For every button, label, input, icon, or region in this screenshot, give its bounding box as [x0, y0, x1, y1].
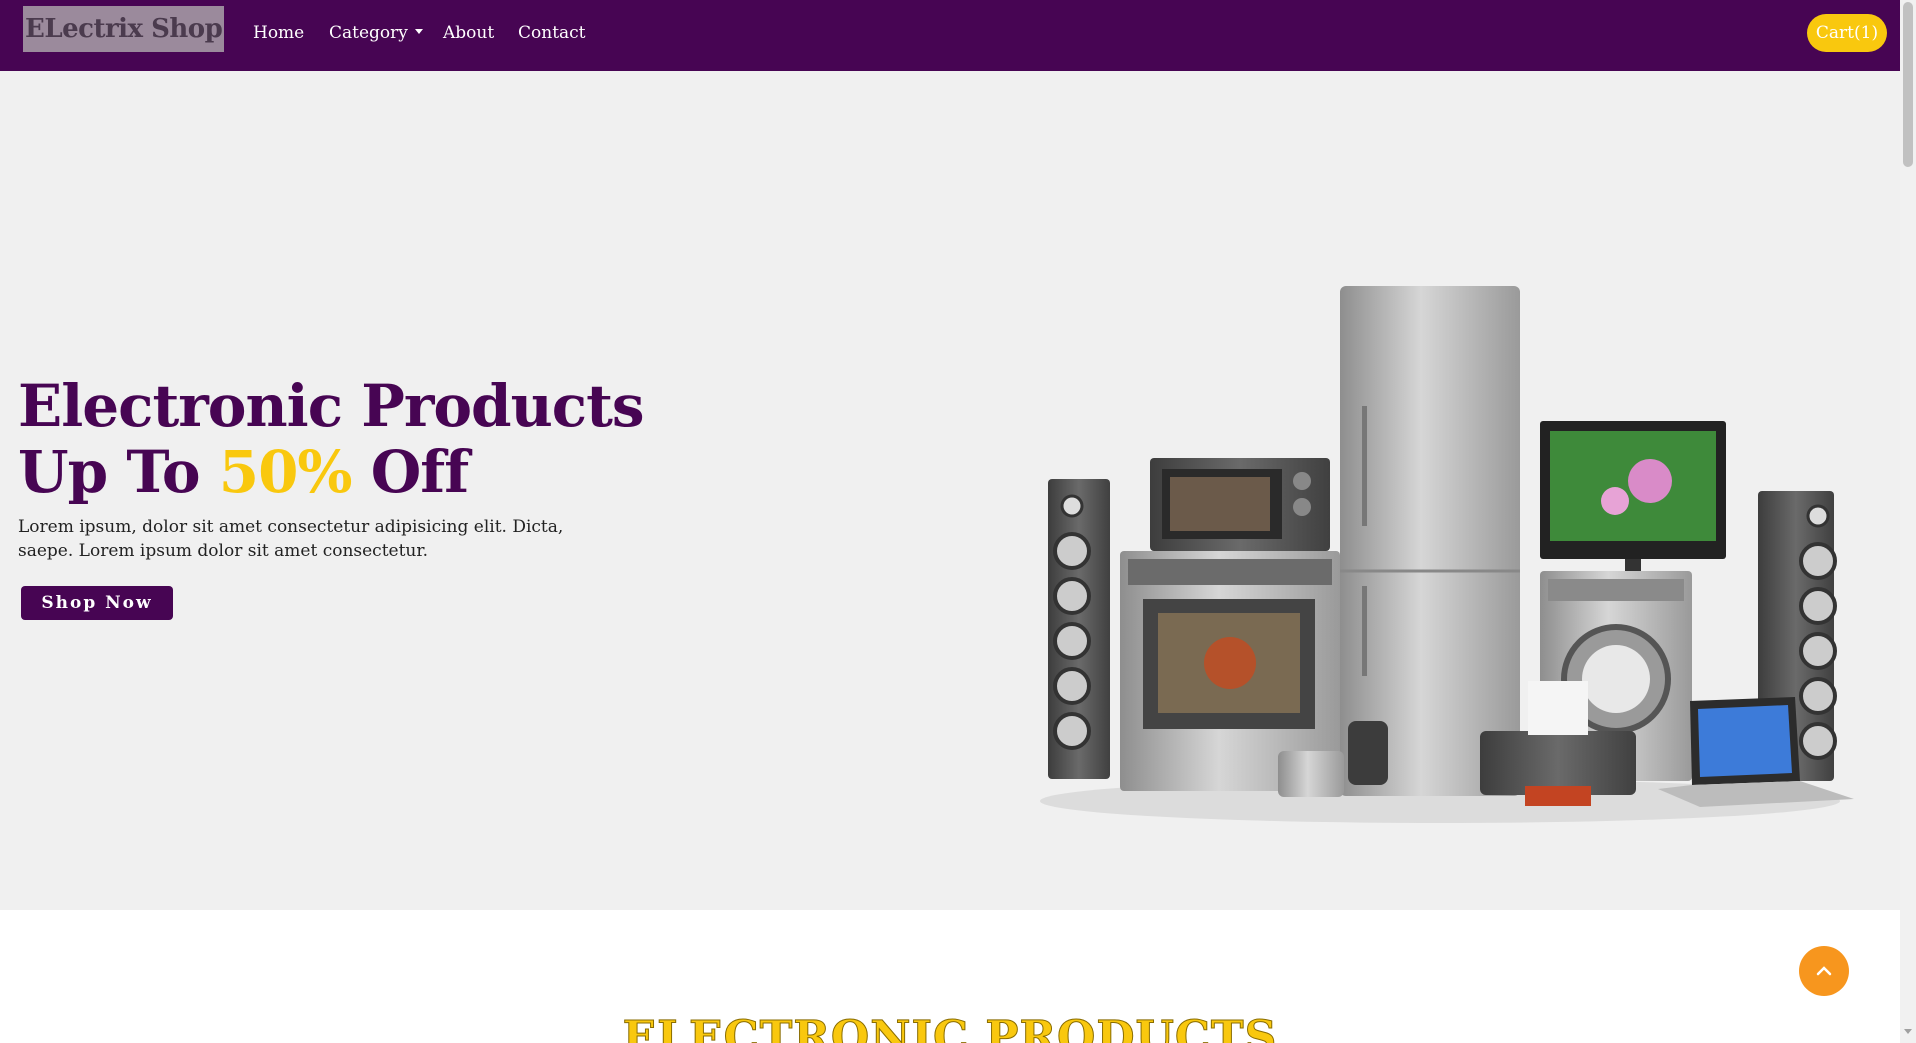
hero-title-line1: Electronic Products	[18, 372, 645, 440]
top-navbar: ELectrix Shop Home Category About Contac…	[0, 0, 1900, 71]
brand-logo[interactable]: ELectrix Shop	[23, 6, 225, 52]
hero-title-suffix: Off	[351, 438, 469, 506]
nav-category-label: Category	[329, 23, 408, 43]
products-section: ELECTRONIC PRODUCTS	[0, 910, 1900, 1043]
hero-title: Electronic Products Up To 50% Off	[18, 372, 645, 506]
nav-category-dropdown[interactable]: Category	[329, 20, 423, 46]
shop-now-button[interactable]: Shop Now	[21, 586, 173, 620]
back-to-top-button[interactable]	[1799, 946, 1849, 996]
caret-down-icon	[414, 29, 423, 34]
nav-about-link[interactable]: About	[443, 20, 494, 46]
hero-title-prefix: Up To	[18, 438, 219, 506]
page-scrollbar[interactable]	[1900, 0, 1916, 1043]
home-appliances-image	[1040, 286, 1854, 823]
chevron-up-icon	[1816, 966, 1832, 976]
hero-description: Lorem ipsum, dolor sit amet consectetur …	[18, 517, 564, 561]
nav-home-link[interactable]: Home	[253, 20, 304, 46]
hero-discount-highlight: 50%	[218, 438, 353, 506]
section-title: ELECTRONIC PRODUCTS	[622, 1012, 1278, 1043]
cart-button[interactable]: Cart(1)	[1807, 14, 1887, 52]
scroll-down-arrow-icon[interactable]	[1904, 1029, 1912, 1034]
scrollbar-thumb[interactable]	[1903, 2, 1913, 167]
hero-section: Electronic Products Up To 50% Off Lorem …	[0, 71, 1900, 910]
nav-contact-link[interactable]: Contact	[518, 20, 586, 46]
